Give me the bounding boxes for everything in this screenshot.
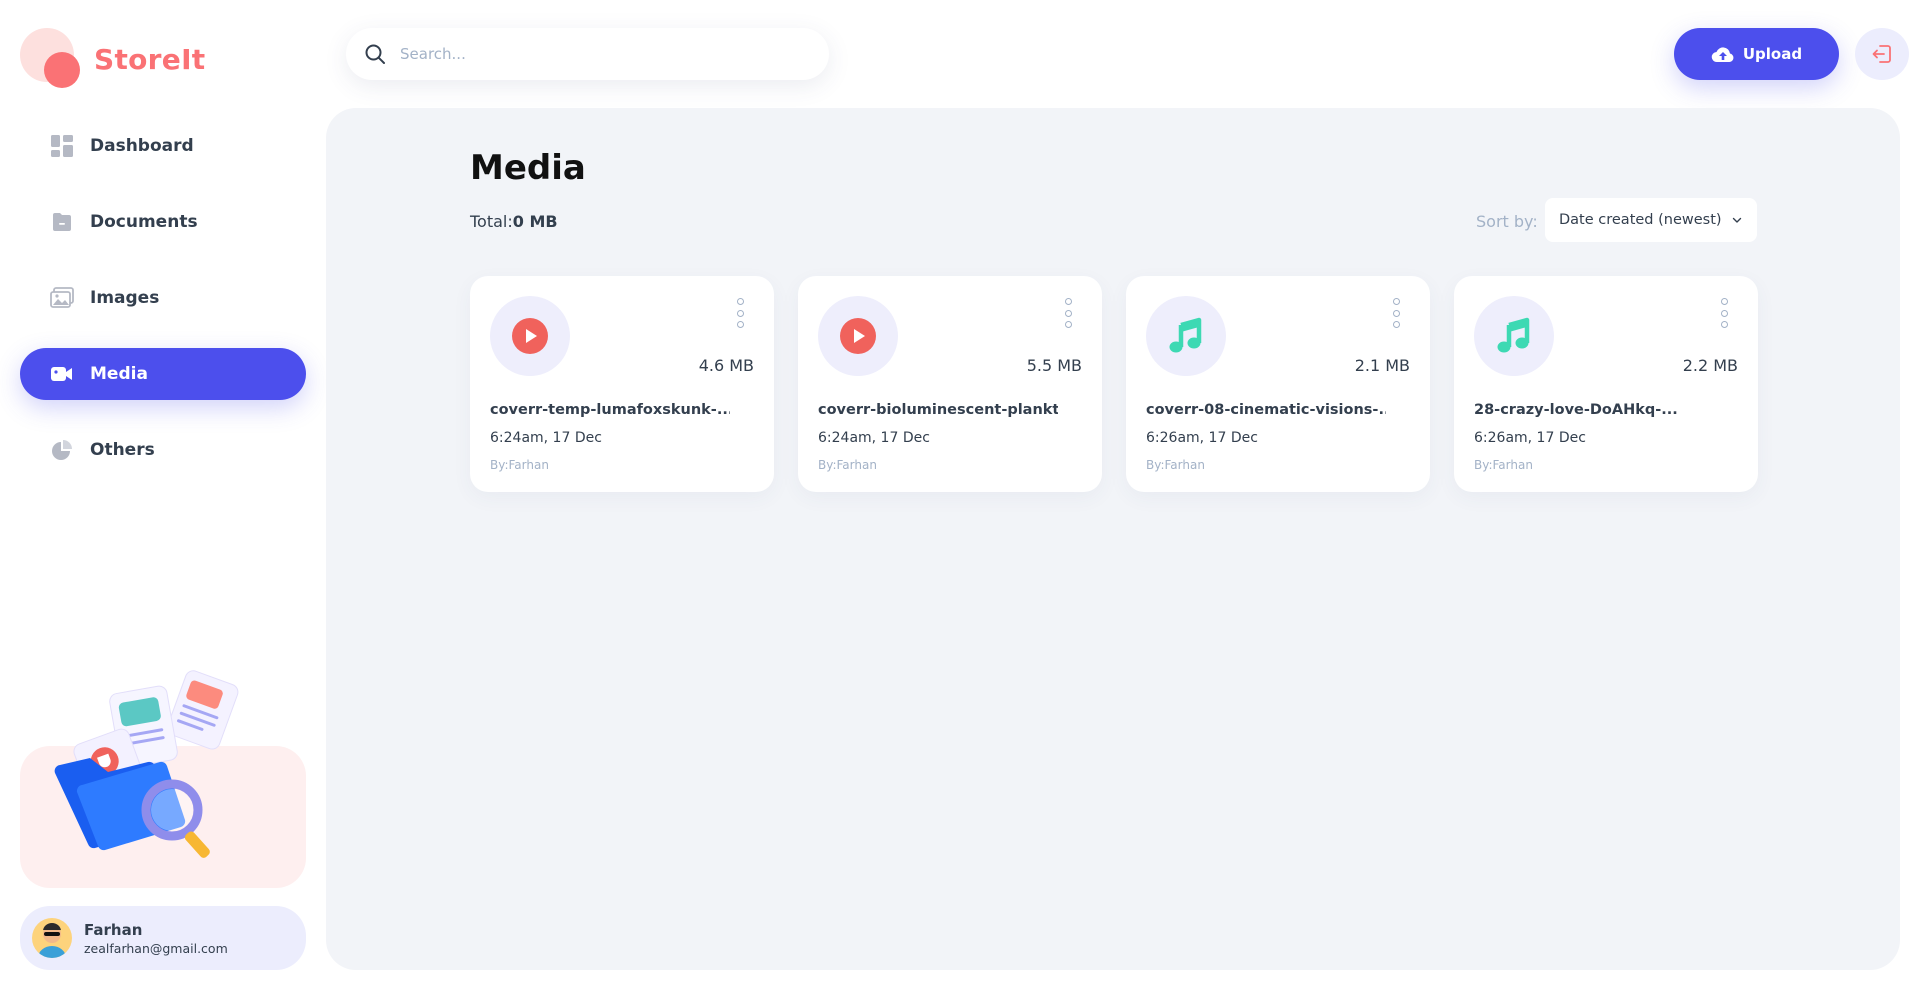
file-owner: By:Farhan: [1474, 458, 1533, 472]
sidebar-item-documents[interactable]: Documents: [20, 196, 306, 248]
total-size: Total:0 MB: [470, 212, 558, 231]
file-date: 6:26am, 17 Dec: [1146, 430, 1258, 446]
logo-mark-icon: [20, 28, 82, 90]
sidebar: StoreIt Dashboard Documents Images Media…: [0, 0, 326, 993]
video-icon: [50, 362, 74, 386]
sort-dropdown[interactable]: Date created (newest): [1545, 198, 1757, 242]
search-bar[interactable]: [346, 28, 829, 80]
file-thumbnail: [818, 296, 898, 376]
logout-icon: [1871, 43, 1893, 65]
dashboard-icon: [50, 134, 74, 158]
cloud-upload-icon: [1711, 44, 1735, 64]
file-card[interactable]: 5.5 MB coverr-bioluminescent-plankton-..…: [798, 276, 1102, 492]
search-icon: [364, 43, 386, 65]
sidebar-item-others[interactable]: Others: [20, 424, 306, 476]
main-content: Media Total:0 MB Sort by: Date created (…: [326, 108, 1900, 970]
file-thumbnail: [1146, 296, 1226, 376]
logout-button[interactable]: [1855, 28, 1909, 80]
file-thumbnail: [1474, 296, 1554, 376]
sidebar-nav: Dashboard Documents Images Media Others: [20, 120, 306, 500]
search-input[interactable]: [400, 45, 800, 63]
page-title: Media: [470, 148, 586, 188]
more-options-icon[interactable]: [1064, 298, 1072, 328]
music-note-icon: [1169, 317, 1202, 353]
sort-selected-value: Date created (newest): [1559, 212, 1722, 228]
file-name: coverr-bioluminescent-plankton-...: [818, 402, 1058, 418]
sort-label: Sort by:: [1476, 212, 1538, 231]
sidebar-item-label: Media: [90, 364, 148, 384]
documents-icon: [50, 210, 74, 234]
file-name: 28-crazy-love-DoAHkq-...: [1474, 402, 1678, 418]
file-card[interactable]: 2.1 MB coverr-08-cinematic-visions-... 6…: [1126, 276, 1430, 492]
file-card[interactable]: 2.2 MB 28-crazy-love-DoAHkq-... 6:26am, …: [1454, 276, 1758, 492]
more-options-icon[interactable]: [1392, 298, 1400, 328]
total-value: 0 MB: [512, 212, 558, 231]
file-size: 4.6 MB: [698, 356, 754, 375]
file-date: 6:26am, 17 Dec: [1474, 430, 1586, 446]
avatar: [32, 918, 72, 958]
sidebar-item-images[interactable]: Images: [20, 272, 306, 324]
images-icon: [50, 286, 74, 310]
user-name: Farhan: [84, 920, 143, 939]
music-note-icon: [1497, 317, 1530, 353]
app-name: StoreIt: [94, 42, 206, 76]
sidebar-item-label: Others: [90, 440, 155, 460]
sidebar-item-dashboard[interactable]: Dashboard: [20, 120, 306, 172]
files-illustration-icon: [54, 670, 239, 858]
user-profile-card[interactable]: Farhan zealfarhan@gmail.com: [20, 906, 306, 970]
more-options-icon[interactable]: [736, 298, 744, 328]
sidebar-item-label: Images: [90, 288, 160, 308]
file-name: coverr-08-cinematic-visions-...: [1146, 402, 1386, 418]
pie-chart-icon: [50, 438, 74, 462]
file-owner: By:Farhan: [490, 458, 549, 472]
file-grid: 4.6 MB coverr-temp-lumafoxskunk-... 6:24…: [470, 276, 1758, 492]
total-label: Total:: [470, 212, 513, 231]
file-date: 6:24am, 17 Dec: [818, 430, 930, 446]
upload-button-label: Upload: [1742, 45, 1803, 63]
more-options-icon[interactable]: [1720, 298, 1728, 328]
file-name: coverr-temp-lumafoxskunk-...: [490, 402, 730, 418]
chevron-down-icon: [1731, 214, 1743, 226]
sidebar-item-label: Dashboard: [90, 136, 194, 156]
file-size: 2.1 MB: [1354, 356, 1410, 375]
file-owner: By:Farhan: [1146, 458, 1205, 472]
sidebar-item-label: Documents: [90, 212, 198, 232]
user-email: zealfarhan@gmail.com: [84, 940, 228, 956]
file-size: 2.2 MB: [1682, 356, 1738, 375]
play-icon: [512, 318, 548, 354]
sidebar-item-media[interactable]: Media: [20, 348, 306, 400]
app-root: StoreIt Dashboard Documents Images Media…: [0, 0, 1920, 993]
file-owner: By:Farhan: [818, 458, 877, 472]
upload-button[interactable]: Upload: [1674, 28, 1839, 80]
file-date: 6:24am, 17 Dec: [490, 430, 602, 446]
file-card[interactable]: 4.6 MB coverr-temp-lumafoxskunk-... 6:24…: [470, 276, 774, 492]
user-info: Farhan zealfarhan@gmail.com: [84, 921, 228, 956]
app-logo[interactable]: StoreIt: [20, 28, 206, 90]
play-icon: [840, 318, 876, 354]
file-thumbnail: [490, 296, 570, 376]
file-size: 5.5 MB: [1026, 356, 1082, 375]
